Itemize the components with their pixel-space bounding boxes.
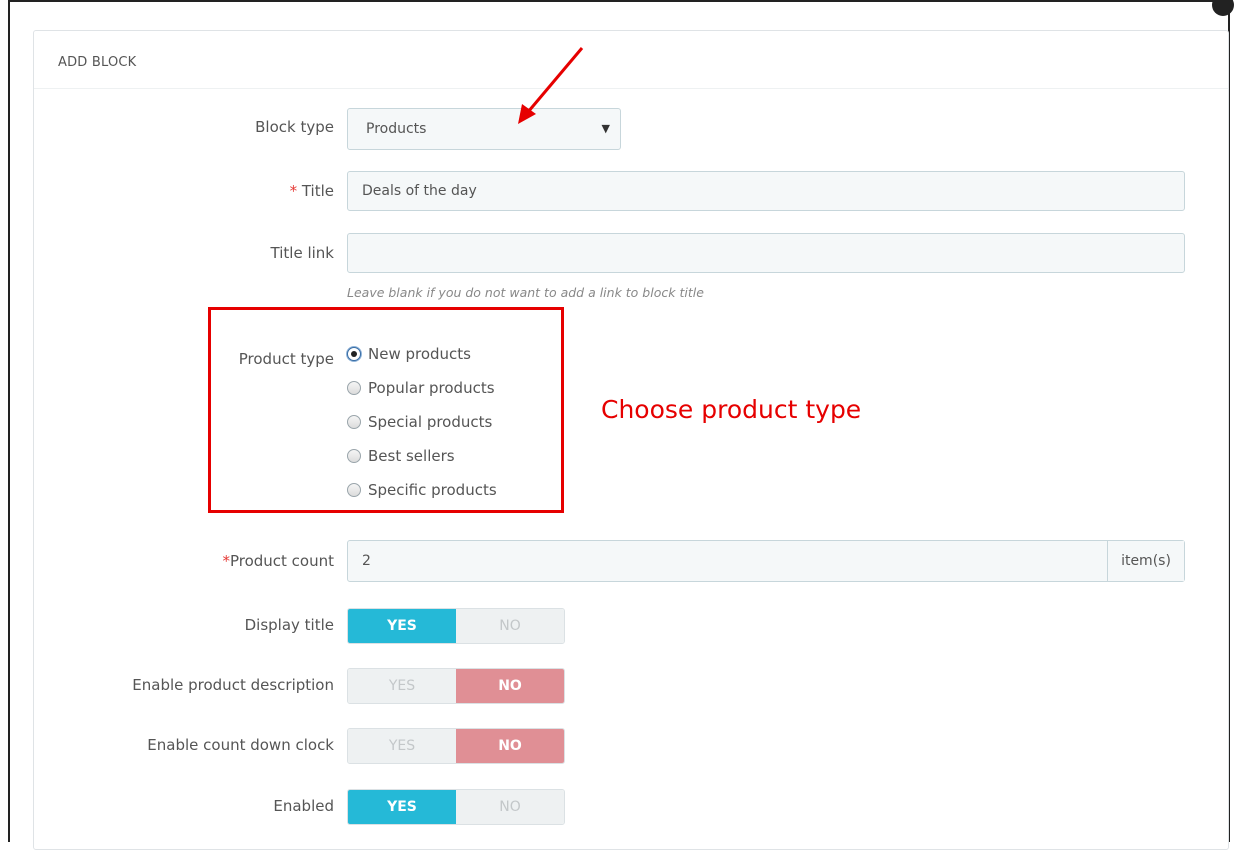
switch-label: Enable count down clock: [147, 736, 334, 754]
product-count-label: *Product count: [222, 552, 334, 570]
required-mark: *: [222, 552, 230, 570]
toggle-yes-option[interactable]: YES: [348, 790, 456, 824]
switch-label: Enabled: [273, 797, 334, 815]
switch-label: Display title: [244, 616, 334, 634]
yes-no-toggle[interactable]: YES NO: [347, 668, 565, 704]
toggle-no-option[interactable]: NO: [456, 790, 564, 824]
annotation-arrow: [518, 47, 584, 124]
product-count-suffix: item(s): [1107, 541, 1184, 581]
toggle-no-option[interactable]: NO: [456, 669, 564, 703]
yes-no-toggle[interactable]: YES NO: [347, 608, 565, 644]
toggle-yes-option[interactable]: YES: [348, 669, 456, 703]
yes-no-toggle[interactable]: YES NO: [347, 789, 565, 825]
product-count-input[interactable]: 2 item(s): [347, 540, 1185, 582]
toggle-yes-option[interactable]: YES: [348, 609, 456, 643]
switch-label: Enable product description: [132, 676, 334, 694]
toggle-yes-option[interactable]: YES: [348, 729, 456, 763]
yes-no-toggle[interactable]: YES NO: [347, 728, 565, 764]
product-count-label-text: Product count: [229, 552, 334, 570]
product-count-value: 2: [362, 553, 371, 569]
toggle-no-option[interactable]: NO: [456, 609, 564, 643]
toggle-no-option[interactable]: NO: [456, 729, 564, 763]
